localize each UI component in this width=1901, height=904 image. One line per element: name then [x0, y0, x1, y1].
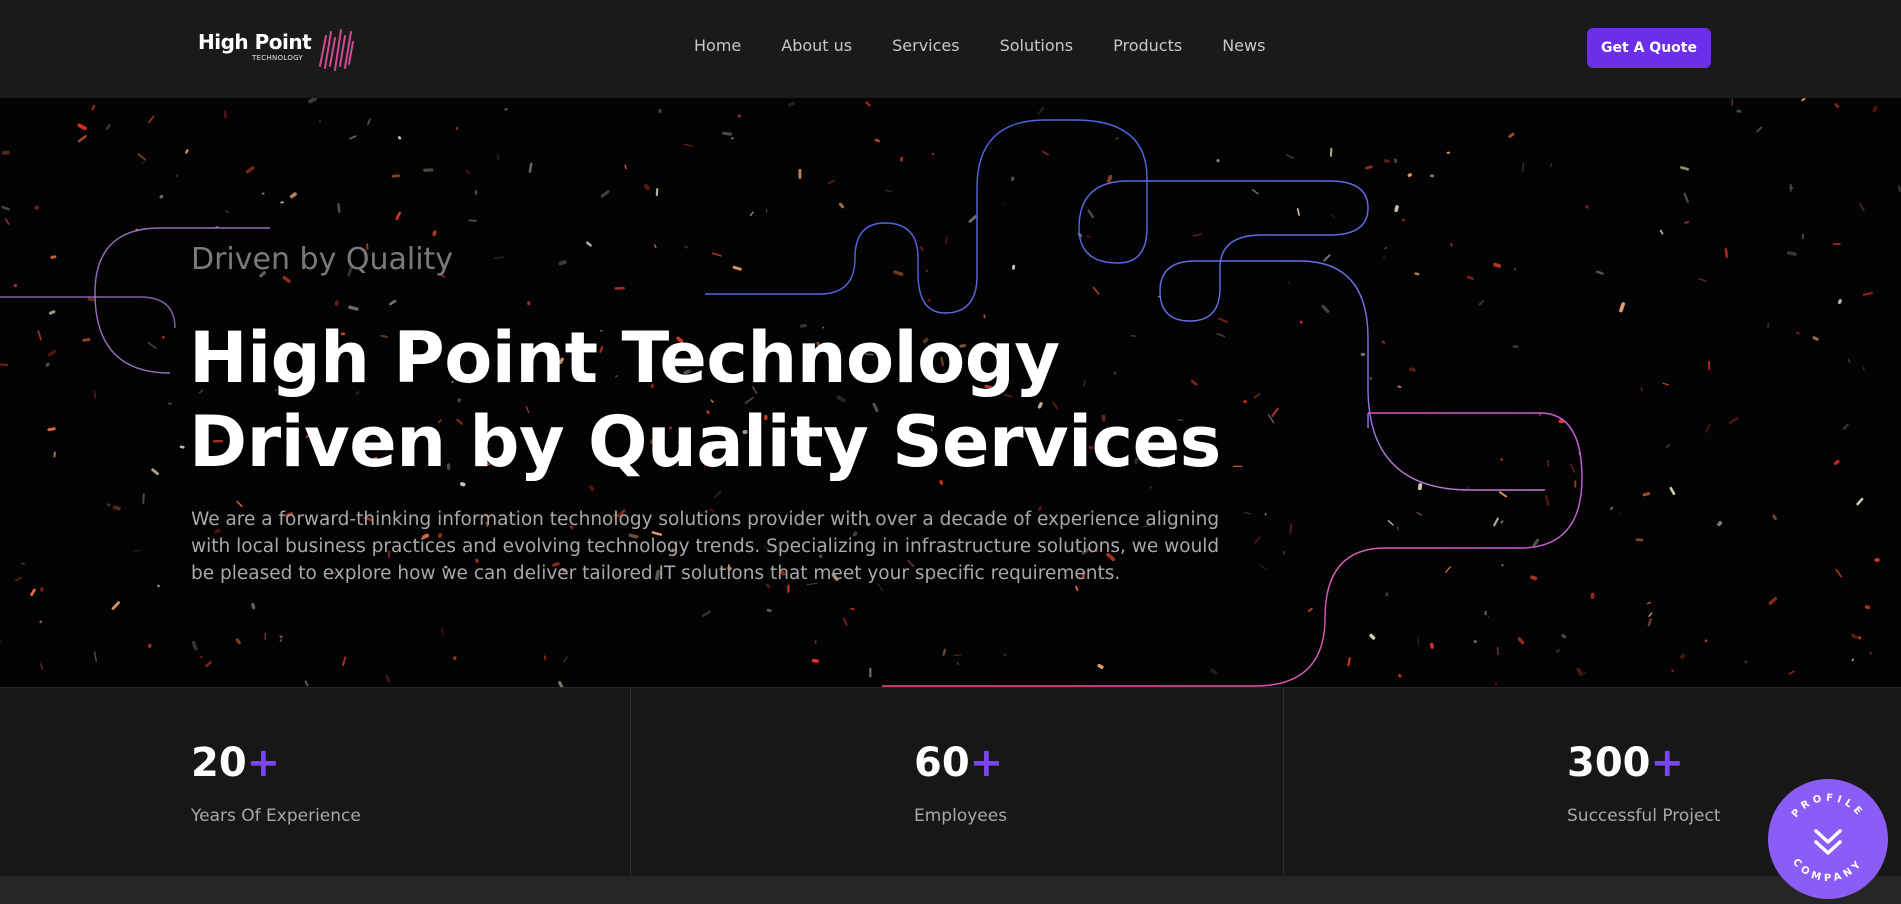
- stat-number: 300+: [1567, 740, 1685, 786]
- plus-sign: +: [969, 740, 1004, 786]
- badge-ring: PROFILE COMPANY: [1790, 793, 1866, 885]
- stat-number: 20+: [191, 740, 281, 786]
- logo-title: High Point: [198, 30, 312, 54]
- badge-text-bottom: COMPANY: [1790, 857, 1862, 884]
- main-nav: Home About us Services Solutions Product…: [694, 36, 1265, 55]
- stat-divider: [630, 688, 631, 877]
- double-chevron-down-icon: [1814, 829, 1842, 855]
- nav-solutions[interactable]: Solutions: [1000, 36, 1074, 55]
- svg-text:COMPANY: COMPANY: [1790, 857, 1866, 884]
- stat-number: 60+: [914, 740, 1004, 786]
- hero-section: Driven by Quality High Point Technology …: [0, 98, 1901, 687]
- headline-line-1: High Point Technology: [189, 317, 1060, 399]
- nav-home[interactable]: Home: [694, 36, 741, 55]
- logo-mark-icon: [319, 29, 354, 71]
- next-section-edge: [0, 876, 1901, 904]
- hero-headline: High Point Technology Driven by Quality …: [189, 316, 1221, 484]
- company-profile-badge[interactable]: PROFILE COMPANY: [1768, 779, 1888, 899]
- logo[interactable]: High Point TECHNOLOGY: [198, 26, 358, 72]
- nav-products[interactable]: Products: [1113, 36, 1182, 55]
- site-header: High Point TECHNOLOGY Home About us Serv…: [0, 0, 1901, 98]
- hero-description: We are a forward-thinking information te…: [191, 509, 1220, 584]
- svg-text:PROFILE: PROFILE: [1790, 793, 1866, 820]
- nav-news[interactable]: News: [1222, 36, 1265, 55]
- headline-line-2: Driven by Quality Services: [189, 401, 1221, 483]
- plus-sign: +: [246, 740, 281, 786]
- stat-divider: [1283, 688, 1284, 877]
- plus-sign: +: [1650, 740, 1685, 786]
- stats-section: 20+ Years Of Experience 60+ Employees 30…: [0, 687, 1901, 877]
- get-a-quote-button[interactable]: Get A Quote: [1587, 28, 1711, 68]
- nav-about-us[interactable]: About us: [781, 36, 852, 55]
- nav-services[interactable]: Services: [892, 36, 959, 55]
- hero-eyebrow: Driven by Quality: [191, 242, 454, 277]
- stat-label: Employees: [914, 806, 1008, 826]
- stat-label: Years Of Experience: [191, 806, 361, 826]
- stat-label: Successful Project: [1567, 806, 1721, 826]
- badge-text-top: PROFILE: [1790, 793, 1862, 820]
- logo-subtitle: TECHNOLOGY: [252, 54, 304, 62]
